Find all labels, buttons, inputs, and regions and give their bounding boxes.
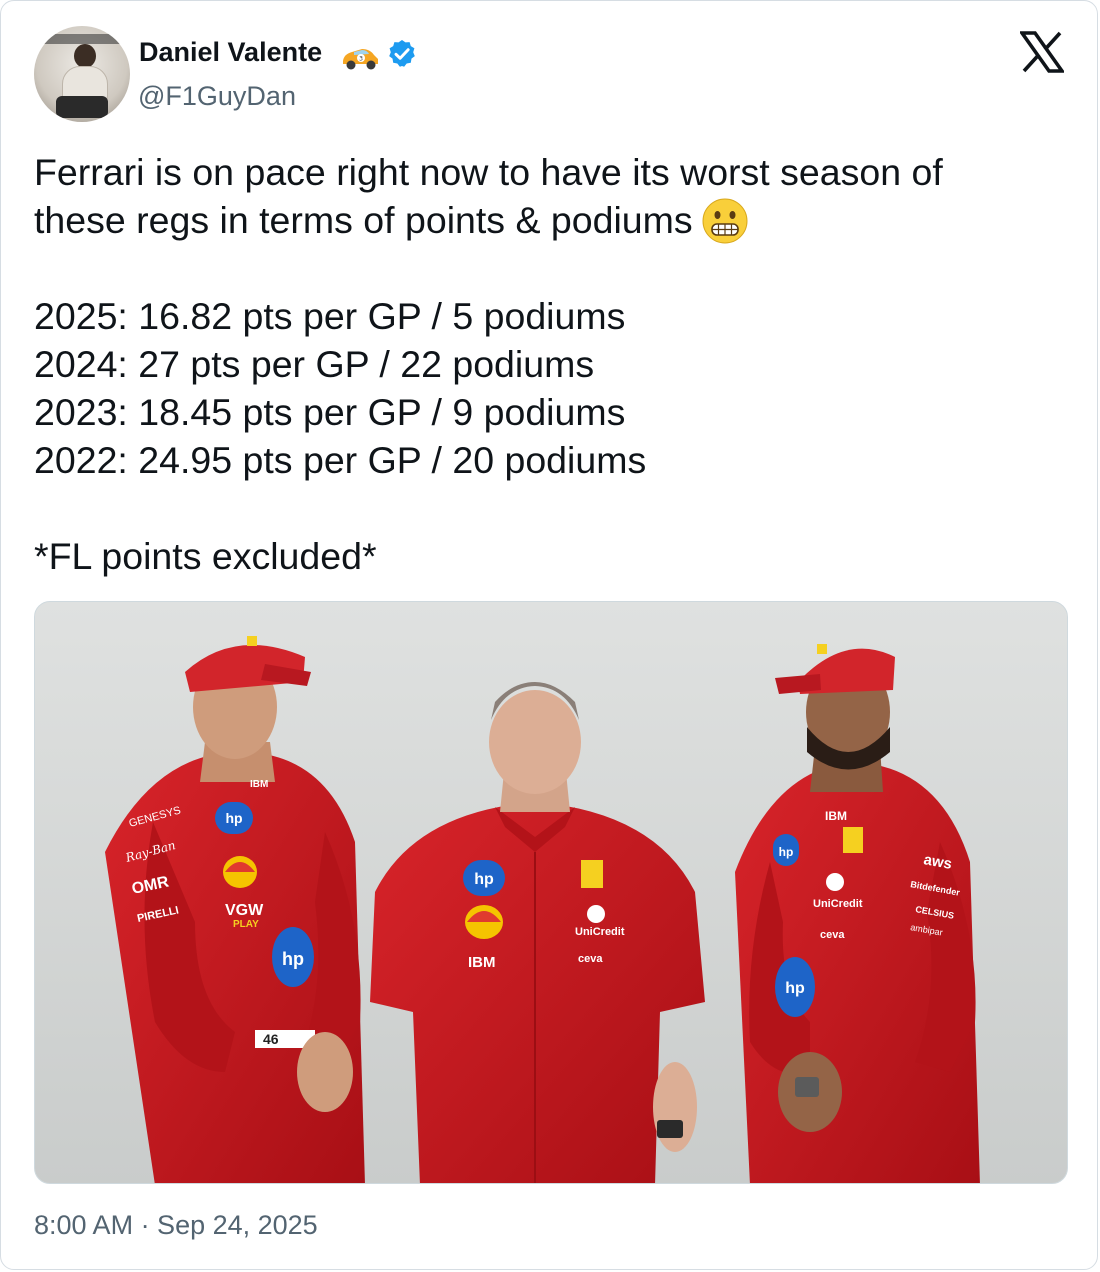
- svg-text:hp: hp: [282, 949, 304, 969]
- avatar-sign: [40, 34, 124, 44]
- avatar-head: [74, 44, 96, 68]
- svg-text:IBM: IBM: [825, 809, 847, 823]
- author-avatar[interactable]: [34, 26, 130, 122]
- svg-text:hp: hp: [779, 845, 794, 859]
- grimacing-face-icon: [702, 198, 748, 244]
- svg-text:UniCredit: UniCredit: [813, 898, 863, 910]
- svg-text:UniCredit: UniCredit: [575, 926, 625, 938]
- svg-text:ceva: ceva: [820, 929, 845, 941]
- tweet-text: Ferrari is on pace right now to have its…: [34, 148, 1044, 580]
- svg-text:3: 3: [359, 56, 363, 63]
- svg-text:IBM: IBM: [250, 779, 268, 790]
- svg-text:IBM: IBM: [468, 954, 496, 971]
- tweet-line-text: these regs in terms of points & podiums: [34, 199, 693, 241]
- tweet-line: 2023: 18.45 pts per GP / 9 podiums: [34, 391, 626, 433]
- avatar-legs: [56, 96, 108, 118]
- tweet-media-photo[interactable]: hp VGW PLAY hp GENESYS Ray-Ban OMR PIREL…: [34, 601, 1068, 1184]
- tweet-line: 2025: 16.82 pts per GP / 5 podiums: [34, 295, 626, 337]
- x-logo-icon[interactable]: [1020, 31, 1064, 73]
- tweet-line: 2024: 27 pts per GP / 22 podiums: [34, 343, 595, 385]
- tweet-timestamp[interactable]: 8:00 AM · Sep 24, 2025: [34, 1210, 318, 1241]
- team-photo-illustration: hp VGW PLAY hp GENESYS Ray-Ban OMR PIREL…: [35, 602, 1067, 1183]
- author-display-name[interactable]: Daniel Valente: [139, 37, 322, 68]
- tweet-line: 2022: 24.95 pts per GP / 20 podiums: [34, 439, 647, 481]
- verified-badge-icon: [389, 40, 415, 67]
- racing-car-icon: 3: [343, 49, 378, 70]
- svg-text:PLAY: PLAY: [233, 919, 259, 930]
- tweet-line: these regs in terms of points & podiums: [34, 196, 1044, 244]
- svg-text:hp: hp: [474, 871, 494, 888]
- svg-text:VGW: VGW: [225, 902, 264, 919]
- author-handle[interactable]: @F1GuyDan: [138, 81, 296, 112]
- tweet-line: *FL points excluded*: [34, 535, 377, 577]
- svg-text:hp: hp: [785, 980, 805, 997]
- tweet-card: Daniel Valente 3 @F1GuyDan Ferrari is on…: [0, 0, 1098, 1270]
- svg-text:hp: hp: [225, 810, 242, 826]
- svg-text:ceva: ceva: [578, 953, 603, 965]
- tweet-line: Ferrari is on pace right now to have its…: [34, 151, 943, 193]
- svg-text:46: 46: [263, 1031, 279, 1047]
